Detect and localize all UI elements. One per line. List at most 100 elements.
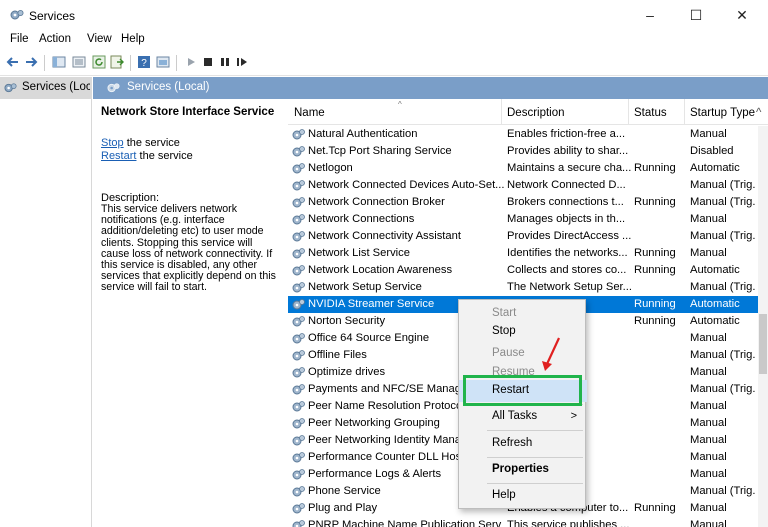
- service-startup-type: Manual: [690, 519, 727, 527]
- service-row[interactable]: Network List Service Identifies the netwo…: [288, 245, 768, 262]
- service-startup-type: Disabled: [690, 145, 734, 157]
- service-row[interactable]: Natural Authentication Enables friction-f…: [288, 126, 768, 143]
- service-startup-type: Manual (Trig.: [690, 281, 756, 293]
- service-row[interactable]: Net.Tcp Port Sharing Service Provides abi…: [288, 143, 768, 160]
- service-row[interactable]: Network Connections Manages objects in th…: [288, 211, 768, 228]
- list-view-icon[interactable]: [72, 55, 86, 69]
- menu-view[interactable]: View: [87, 33, 112, 45]
- menu-item-help[interactable]: Help: [459, 485, 587, 507]
- refresh-icon[interactable]: [92, 55, 106, 69]
- menu-item-stop[interactable]: Stop: [459, 321, 587, 343]
- service-startup-type: Manual: [690, 417, 727, 429]
- start-service-icon[interactable]: [184, 55, 198, 69]
- column-divider[interactable]: [628, 99, 629, 125]
- submenu-arrow-icon: >: [570, 410, 577, 422]
- service-status: Running: [634, 264, 676, 276]
- toolbar-separator: [176, 55, 177, 71]
- menu-item-all-tasks[interactable]: All Tasks >: [459, 406, 587, 428]
- service-startup-type: Manual: [690, 366, 727, 378]
- column-name[interactable]: Name: [294, 107, 325, 119]
- service-row[interactable]: Netlogon Maintains a secure cha... Running…: [288, 160, 768, 177]
- service-detail-pane: Network Store Interface Service Stop the…: [101, 106, 283, 293]
- service-row[interactable]: Network Setup Service The Network Setup S…: [288, 279, 768, 296]
- stop-service-icon[interactable]: [201, 55, 215, 69]
- maximize-button[interactable]: ☐: [676, 4, 716, 26]
- menu-item-label: Refresh: [492, 437, 533, 449]
- tree-item-services-local[interactable]: Services (Loca: [0, 77, 92, 99]
- stop-service-action: Stop the service: [101, 137, 180, 149]
- column-divider[interactable]: [684, 99, 685, 125]
- minimize-button[interactable]: –: [630, 4, 670, 26]
- service-gear-icon: [292, 384, 305, 395]
- service-row[interactable]: Network Connected Devices Auto-Set... Net…: [288, 177, 768, 194]
- service-row[interactable]: Network Location Awareness Collects and s…: [288, 262, 768, 279]
- restart-link[interactable]: Restart: [101, 150, 136, 162]
- service-description-cell: Provides DirectAccess ...: [507, 230, 631, 242]
- service-name: Network Setup Service: [308, 281, 422, 293]
- services-gear-icon: [10, 10, 24, 20]
- service-gear-icon: [292, 486, 305, 497]
- service-description-cell: Collects and stores co...: [507, 264, 627, 276]
- menu-help[interactable]: Help: [121, 33, 145, 45]
- column-divider[interactable]: [501, 99, 502, 125]
- service-gear-icon: [292, 197, 305, 208]
- back-arrow-icon[interactable]: [6, 55, 20, 69]
- column-startup-type[interactable]: Startup Type: [690, 107, 755, 119]
- service-row[interactable]: Network Connection Broker Brokers connect…: [288, 194, 768, 211]
- service-startup-type: Manual: [690, 247, 727, 259]
- service-status: Running: [634, 196, 676, 208]
- service-status: Running: [634, 247, 676, 259]
- service-gear-icon: [292, 180, 305, 191]
- services-gear-icon: [107, 83, 120, 93]
- service-startup-type: Manual: [690, 451, 727, 463]
- console-tree-icon[interactable]: [52, 55, 66, 69]
- pause-service-icon[interactable]: [218, 55, 232, 69]
- scroll-up-icon[interactable]: ^: [756, 107, 761, 119]
- vertical-scrollbar[interactable]: [758, 126, 768, 527]
- red-arrow-icon: [542, 337, 560, 371]
- service-description-cell: Network Connected D...: [507, 179, 626, 191]
- stop-link-suffix: the service: [123, 137, 180, 149]
- service-startup-type: Manual (Trig.: [690, 485, 756, 497]
- service-description-cell: Provides ability to shar...: [507, 145, 629, 157]
- column-header-row: ^ Name Description Status Startup Type ^: [288, 99, 768, 125]
- menu-separator: [487, 457, 583, 458]
- service-name: Network Connectivity Assistant: [308, 230, 461, 242]
- service-name: Network Connected Devices Auto-Set...: [308, 179, 505, 191]
- menu-separator: [487, 483, 583, 484]
- toolbar-separator: [44, 55, 45, 71]
- menu-item-refresh[interactable]: Refresh: [459, 433, 587, 455]
- properties-icon[interactable]: [156, 55, 170, 69]
- help-icon[interactable]: ?: [137, 55, 151, 69]
- restart-highlight-box: [463, 375, 582, 406]
- service-startup-type: Manual: [690, 213, 727, 225]
- restart-service-icon[interactable]: [235, 55, 249, 69]
- title-bar: Services – ☐ ✕: [0, 0, 768, 30]
- column-status[interactable]: Status: [634, 107, 667, 119]
- tree-item-label: Services (Loca: [22, 81, 90, 93]
- service-name: Netlogon: [308, 162, 353, 174]
- stop-link[interactable]: Stop: [101, 137, 124, 149]
- service-row[interactable]: Network Connectivity Assistant Provides D…: [288, 228, 768, 245]
- service-gear-icon: [292, 503, 305, 514]
- menu-action[interactable]: Action: [39, 33, 71, 45]
- forward-arrow-icon[interactable]: [24, 55, 38, 69]
- service-description-cell: Brokers connections t...: [507, 196, 624, 208]
- service-startup-type: Manual (Trig.: [690, 196, 756, 208]
- restart-link-suffix: the service: [136, 150, 193, 162]
- service-description-cell: The Network Setup Ser...: [507, 281, 631, 293]
- service-description-cell: Identifies the networks...: [507, 247, 628, 259]
- export-list-icon[interactable]: [110, 55, 124, 69]
- menu-file[interactable]: File: [10, 33, 29, 45]
- scrollbar-thumb[interactable]: [759, 314, 767, 374]
- toolbar-separator: [130, 55, 131, 71]
- close-button[interactable]: ✕: [722, 4, 762, 26]
- menu-item-properties[interactable]: Properties: [459, 459, 587, 481]
- column-description[interactable]: Description: [507, 107, 565, 119]
- service-gear-icon: [292, 146, 305, 157]
- service-startup-type: Manual (Trig.: [690, 179, 756, 191]
- menu-item-label: Help: [492, 489, 516, 501]
- service-row[interactable]: PNRP Machine Name Publication Serv This s…: [288, 517, 768, 527]
- service-name: Network Location Awareness: [308, 264, 453, 276]
- service-name: Network List Service: [308, 247, 410, 259]
